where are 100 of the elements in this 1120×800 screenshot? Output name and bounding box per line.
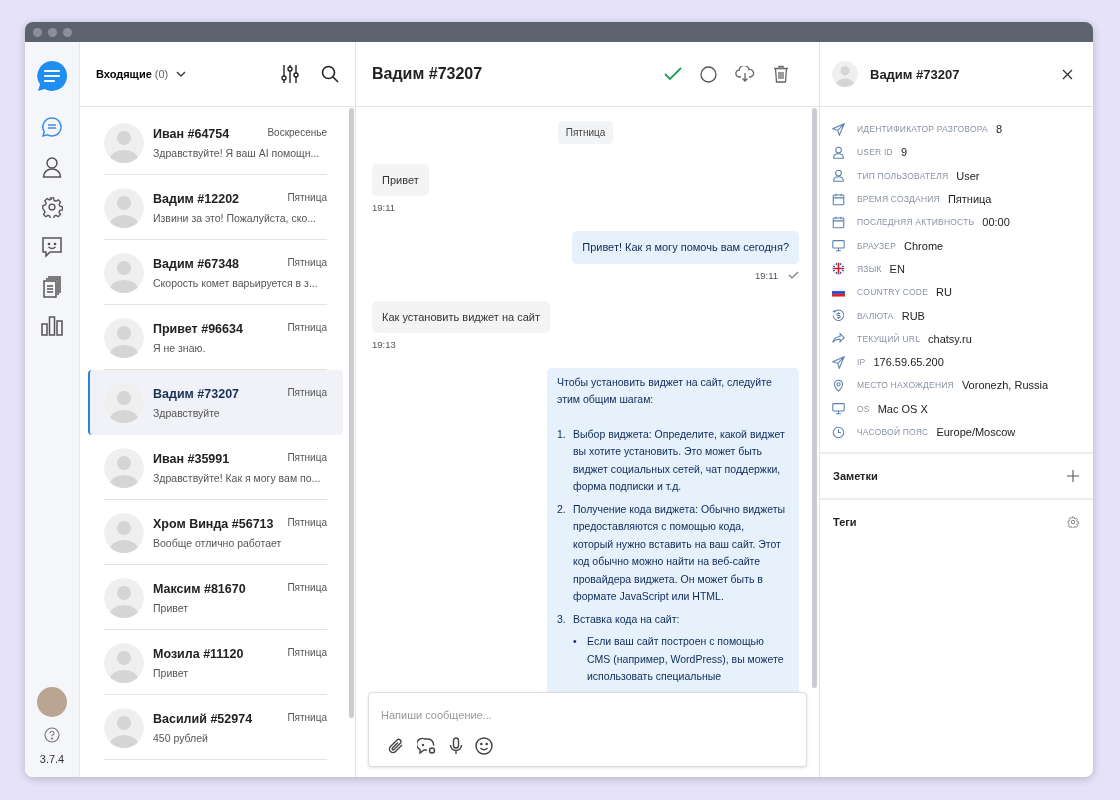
date-separator: Пятница: [557, 121, 614, 144]
checkmark-icon[interactable]: [664, 67, 682, 81]
chat-date: Пятница: [287, 191, 327, 203]
smiley-message-icon: [41, 236, 63, 258]
close-icon[interactable]: [1062, 68, 1073, 80]
help-icon[interactable]: [44, 727, 60, 743]
message-preview: Здравствуйте! Я ваш AI помощн...: [153, 146, 321, 159]
chat-list-item[interactable]: Иван #35991 Пятница Здравствуйте! Как я могу вам по...: [88, 435, 343, 500]
chat-list-item[interactable]: Василий #52974 Пятница 450 рублей: [88, 695, 343, 760]
uk-flag-icon: [832, 262, 845, 276]
monitor-icon: [832, 402, 845, 416]
incoming-message: Привет: [372, 164, 429, 197]
message-time: 19:13: [372, 338, 396, 350]
message-preview: Привет: [153, 601, 189, 614]
avatar-icon: [104, 122, 144, 163]
trash-icon[interactable]: [773, 65, 789, 83]
chat-date: Пятница: [287, 516, 327, 528]
chat-date: Пятница: [287, 711, 327, 723]
cloud-download-icon[interactable]: [735, 66, 755, 82]
field-label: ЯЗЫК: [857, 263, 882, 274]
paper-plane-icon: [832, 355, 845, 369]
avatar-icon: [104, 317, 144, 358]
logo-icon: [36, 60, 68, 92]
chat-list-item[interactable]: Привет #96634 Пятница Я не знаю.: [88, 305, 343, 370]
contact-name: Привет #96634: [153, 321, 243, 336]
avatar-icon: [104, 642, 144, 683]
avatar-icon: [104, 252, 144, 293]
section-title: Теги: [833, 516, 857, 529]
monitor-icon: [832, 239, 845, 253]
chat-settings-icon[interactable]: [417, 737, 437, 755]
plus-icon[interactable]: [1067, 470, 1079, 483]
circle-icon[interactable]: [700, 65, 717, 83]
field-value: Europe/Moscow: [936, 426, 1016, 438]
contact-name: Хром Винда #56713: [153, 516, 274, 531]
message-preview: Извини за это! Пожалуйста, ско...: [153, 211, 317, 224]
field-label: ВАЛЮТА: [857, 310, 894, 321]
chat-date: Пятница: [287, 386, 327, 398]
message-preview: Скорость комет варьируется в з...: [153, 276, 319, 289]
contact-name: Иван #64754: [153, 126, 230, 141]
avatar-icon: [104, 577, 144, 618]
avatar-icon: [832, 61, 858, 87]
field-value: chatsy.ru: [928, 332, 972, 345]
documents-icon: [42, 276, 62, 298]
settings-icon[interactable]: [1067, 516, 1079, 529]
contact-name: Вадим #73207: [870, 66, 960, 82]
chat-list-item[interactable]: Вадим #12202 Пятница Извини за это! Пожалуйста, ско...: [88, 175, 343, 240]
microphone-icon[interactable]: [449, 737, 463, 755]
avatar-icon: [104, 187, 144, 228]
message-preview: Я не знаю.: [153, 341, 207, 354]
message-preview: Здравствуйте! Как я могу вам по...: [153, 471, 322, 484]
inbox-dropdown[interactable]: Входящие (0): [96, 68, 187, 80]
chat-icon: [41, 116, 63, 138]
location-pin-icon: [832, 378, 845, 392]
scrollbar[interactable]: [812, 108, 817, 688]
russia-flag-icon: [832, 285, 845, 299]
field-label: IP: [857, 357, 866, 368]
bar-chart-icon: [41, 316, 63, 336]
chat-list-item[interactable]: Иван #64754 Воскресенье Здравствуйте! Я ваш AI помощн...: [88, 110, 343, 175]
field-label: ЧАСОВОЙ ПОЯС: [857, 427, 929, 437]
contact-name: Вадим #12202: [153, 191, 240, 206]
emoji-icon[interactable]: [475, 737, 493, 755]
chat-date: Пятница: [287, 256, 327, 268]
chat-list-item[interactable]: Хром Винда #56713 Пятница Вообще отлично работает: [88, 500, 343, 565]
paper-plane-icon: [832, 122, 845, 136]
field-value: RUB: [901, 309, 925, 322]
message-preview: 450 рублей: [153, 731, 209, 744]
outgoing-message: Привет! Как я могу помочь вам сегодня?: [572, 231, 799, 264]
field-value: Chrome: [904, 239, 944, 252]
clock-icon: [832, 425, 845, 439]
chat-list-item[interactable]: Мозила #11120 Пятница Привет: [88, 630, 343, 695]
field-value: 9: [900, 146, 907, 159]
field-value: 176.59.65.200: [873, 356, 944, 369]
field-label: ПОСЛЕДНЯЯ АКТИВНОСТЬ: [857, 217, 975, 228]
currency-icon: [832, 309, 845, 322]
paperclip-icon[interactable]: [387, 737, 405, 755]
chat-list-item[interactable]: Вадим #73207 Пятница Здравствуйте: [88, 370, 343, 435]
chat-date: Пятница: [287, 646, 327, 658]
chat-list-item[interactable]: Максим #81670 Пятница Привет: [88, 565, 343, 630]
contact-name: Вадим #67348: [153, 256, 240, 271]
calendar-icon: [832, 215, 845, 229]
avatar-icon: [104, 512, 144, 553]
share-arrow-icon: [832, 332, 845, 346]
message-preview: Привет: [153, 666, 189, 679]
message-time: 19:11: [754, 269, 778, 281]
avatar-icon: [104, 382, 144, 423]
filter-sliders-icon[interactable]: [281, 64, 299, 84]
user-icon: [42, 156, 62, 178]
search-icon[interactable]: [321, 65, 339, 83]
field-label: COUNTRY CODE: [857, 287, 929, 298]
section-title: Заметки: [833, 470, 878, 483]
chat-date: Пятница: [287, 451, 327, 463]
contact-name: Иван #35991: [153, 451, 230, 466]
chat-date: Пятница: [287, 321, 327, 333]
field-value: 8: [995, 123, 1002, 136]
field-label: ТЕКУЩИЙ URL: [857, 333, 921, 344]
scrollbar[interactable]: [349, 108, 354, 718]
contact-name: Мозила #11120: [153, 646, 244, 661]
field-value: EN: [889, 262, 905, 275]
chat-list-item[interactable]: Вадим #67348 Пятница Скорость комет варьируется в з...: [88, 240, 343, 305]
avatar-icon: [104, 707, 144, 748]
